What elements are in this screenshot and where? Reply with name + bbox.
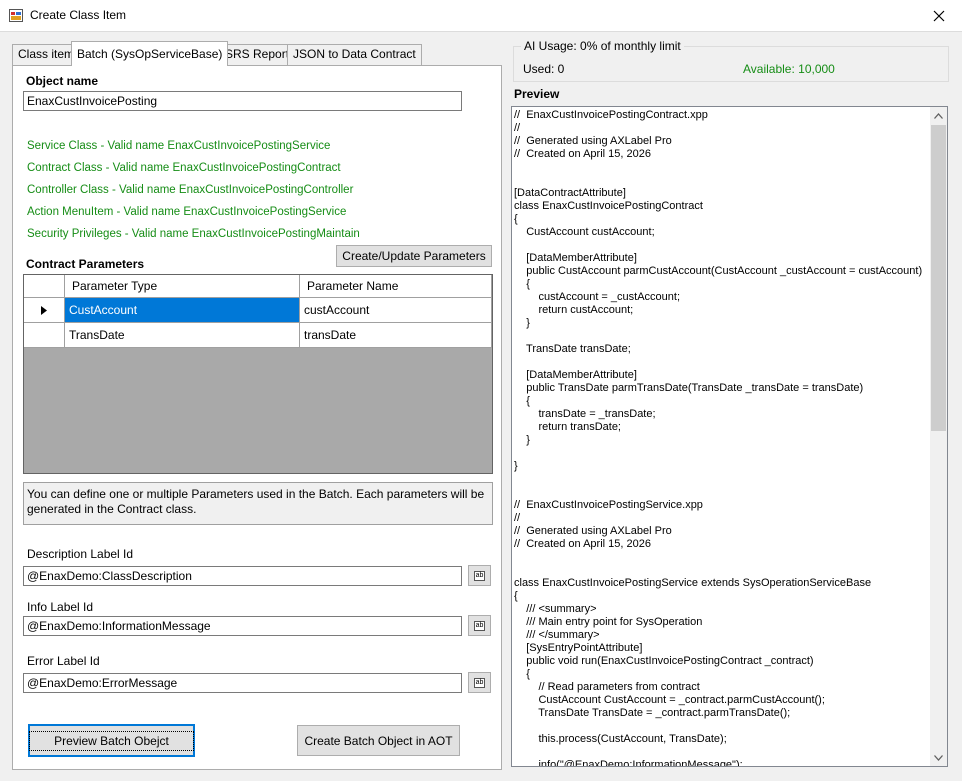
info-label-id-input[interactable]: @EnaxDemo:InformationMessage: [23, 616, 462, 636]
preview-code-box[interactable]: // EnaxCustInvoicePostingContract.xpp //…: [511, 106, 948, 767]
column-parameter-name[interactable]: Parameter Name: [300, 275, 492, 298]
error-browse-button[interactable]: ab: [468, 672, 491, 693]
tab-json-to-data-contract[interactable]: JSON to Data Contract: [287, 44, 422, 65]
description-label-id-input[interactable]: @EnaxDemo:ClassDescription: [23, 566, 462, 586]
contract-parameters-label: Contract Parameters: [26, 257, 145, 271]
app-icon: [9, 9, 23, 22]
contract-parameters-grid: Parameter Type Parameter Name CustAccoun…: [23, 274, 493, 474]
scroll-up-arrow[interactable]: [930, 107, 947, 124]
table-row[interactable]: CustAccount custAccount: [24, 298, 492, 323]
available-count: Available: 10,000: [743, 62, 835, 76]
validation-controller: Controller Class - Valid name EnaxCustIn…: [27, 184, 354, 196]
tab-batch[interactable]: Batch (SysOpServiceBase): [71, 41, 229, 66]
validation-service: Service Class - Valid name EnaxCustInvoi…: [27, 140, 331, 152]
cell-parameter-name[interactable]: custAccount: [300, 298, 492, 323]
row-header[interactable]: [24, 298, 65, 323]
label-lookup-icon: ab: [473, 570, 486, 581]
cell-parameter-name[interactable]: transDate: [300, 323, 492, 348]
table-row[interactable]: TransDate transDate: [24, 323, 492, 348]
column-parameter-type[interactable]: Parameter Type: [65, 275, 300, 298]
description-browse-button[interactable]: ab: [468, 565, 491, 586]
ai-usage-title: AI Usage: 0% of monthly limit: [521, 39, 684, 53]
preview-label: Preview: [514, 87, 560, 101]
grid-corner: [24, 275, 65, 298]
current-row-arrow-icon: [41, 305, 47, 315]
validation-security-privileges: Security Privileges - Valid name EnaxCus…: [27, 228, 360, 240]
batch-tab-panel: Object name EnaxCustInvoicePosting Servi…: [12, 65, 502, 770]
preview-batch-object-button[interactable]: Preview Batch Obejct: [28, 724, 195, 757]
create-update-parameters-button[interactable]: Create/Update Parameters: [336, 245, 492, 267]
scroll-down-arrow[interactable]: [930, 749, 947, 766]
description-label-id-label: Description Label Id: [27, 547, 134, 561]
label-lookup-icon: ab: [473, 620, 486, 631]
info-browse-button[interactable]: ab: [468, 615, 491, 636]
info-label-id-label: Info Label Id: [27, 600, 94, 614]
tab-class-item[interactable]: Class item: [12, 44, 81, 65]
chevron-up-icon: [934, 112, 943, 119]
error-label-id-label: Error Label Id: [27, 654, 100, 668]
chevron-down-icon: [934, 754, 943, 761]
used-count: Used: 0: [523, 62, 565, 76]
window-title: Create Class Item: [30, 8, 127, 22]
info-text-box: You can define one or multiple Parameter…: [23, 482, 493, 525]
scroll-thumb[interactable]: [931, 125, 946, 431]
create-batch-object-button[interactable]: Create Batch Object in AOT: [297, 725, 460, 756]
validation-action-menuitem: Action MenuItem - Valid name EnaxCustInv…: [27, 206, 347, 218]
preview-batch-object-label: Preview Batch Obejct: [29, 730, 194, 751]
preview-scrollbar[interactable]: [930, 107, 947, 766]
object-name-input[interactable]: EnaxCustInvoicePosting: [23, 91, 462, 111]
cell-parameter-type[interactable]: CustAccount: [65, 298, 300, 323]
close-icon: [933, 10, 945, 21]
validation-contract: Contract Class - Valid name EnaxCustInvo…: [27, 162, 341, 174]
cell-parameter-type[interactable]: TransDate: [65, 323, 300, 348]
grid-header: Parameter Type Parameter Name: [24, 275, 492, 298]
object-name-label: Object name: [26, 74, 99, 88]
label-lookup-icon: ab: [473, 677, 486, 688]
close-button[interactable]: [916, 0, 962, 31]
row-header[interactable]: [24, 323, 65, 348]
preview-code: // EnaxCustInvoicePostingContract.xpp //…: [514, 109, 923, 767]
error-label-id-input[interactable]: @EnaxDemo:ErrorMessage: [23, 673, 462, 693]
title-bar: Create Class Item: [0, 0, 962, 32]
